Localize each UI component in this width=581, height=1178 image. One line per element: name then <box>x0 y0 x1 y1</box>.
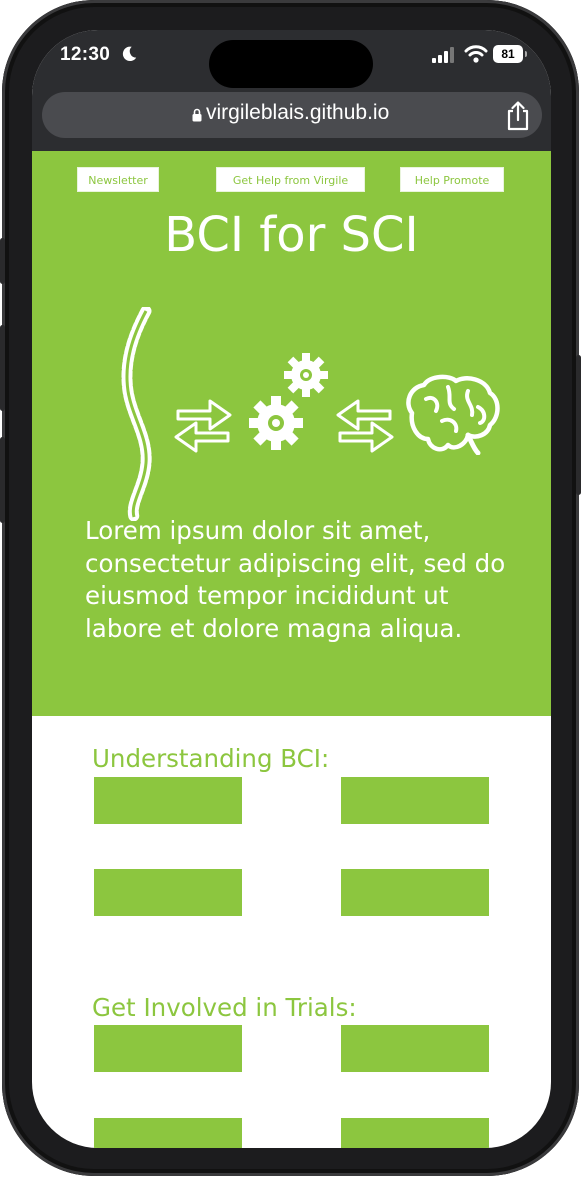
understanding-card[interactable] <box>341 869 489 916</box>
hero-description: Lorem ipsum dolor sit amet, consectetur … <box>85 516 506 643</box>
cellular-signal-icon <box>432 47 454 63</box>
hero-section: Newsletter Get Help from Virgile Help Pr… <box>32 151 551 716</box>
section-title: Understanding BCI: <box>92 744 330 773</box>
status-bar: 12:30 81 <box>32 30 551 92</box>
dynamic-island <box>209 40 373 88</box>
power-button <box>576 355 581 495</box>
understanding-card[interactable] <box>94 777 242 824</box>
arrows-icon <box>336 399 394 453</box>
gears-icon <box>249 353 328 450</box>
understanding-card[interactable] <box>341 777 489 824</box>
moon-icon <box>122 46 137 62</box>
help-promote-button[interactable]: Help Promote <box>400 167 504 192</box>
page-title: BCI for SCI <box>164 207 419 263</box>
trial-card[interactable] <box>341 1025 489 1072</box>
address-bar[interactable]: virgileblais.github.io <box>42 92 542 138</box>
trial-card[interactable] <box>94 1025 242 1072</box>
wifi-icon <box>464 45 488 63</box>
arrows-icon <box>174 399 232 453</box>
battery-indicator: 81 <box>493 45 527 63</box>
action-button <box>0 238 5 284</box>
brain-icon <box>406 374 500 455</box>
screen: 12:30 81 virgileblais.github.io Newslett… <box>32 30 551 1148</box>
status-time: 12:30 <box>60 44 111 65</box>
lock-icon <box>192 108 202 122</box>
url-text: virgileblais.github.io <box>206 101 390 124</box>
share-icon[interactable] <box>505 101 531 131</box>
newsletter-button[interactable]: Newsletter <box>77 167 159 192</box>
understanding-card[interactable] <box>94 869 242 916</box>
trial-card[interactable] <box>341 1118 489 1148</box>
trial-card[interactable] <box>94 1118 242 1148</box>
volume-down-button <box>0 437 5 523</box>
volume-up-button <box>0 325 5 411</box>
browser-toolbar: virgileblais.github.io <box>32 92 551 151</box>
spine-icon <box>121 307 152 521</box>
get-help-button[interactable]: Get Help from Virgile <box>216 167 365 192</box>
section-title: Get Involved in Trials: <box>92 993 357 1022</box>
